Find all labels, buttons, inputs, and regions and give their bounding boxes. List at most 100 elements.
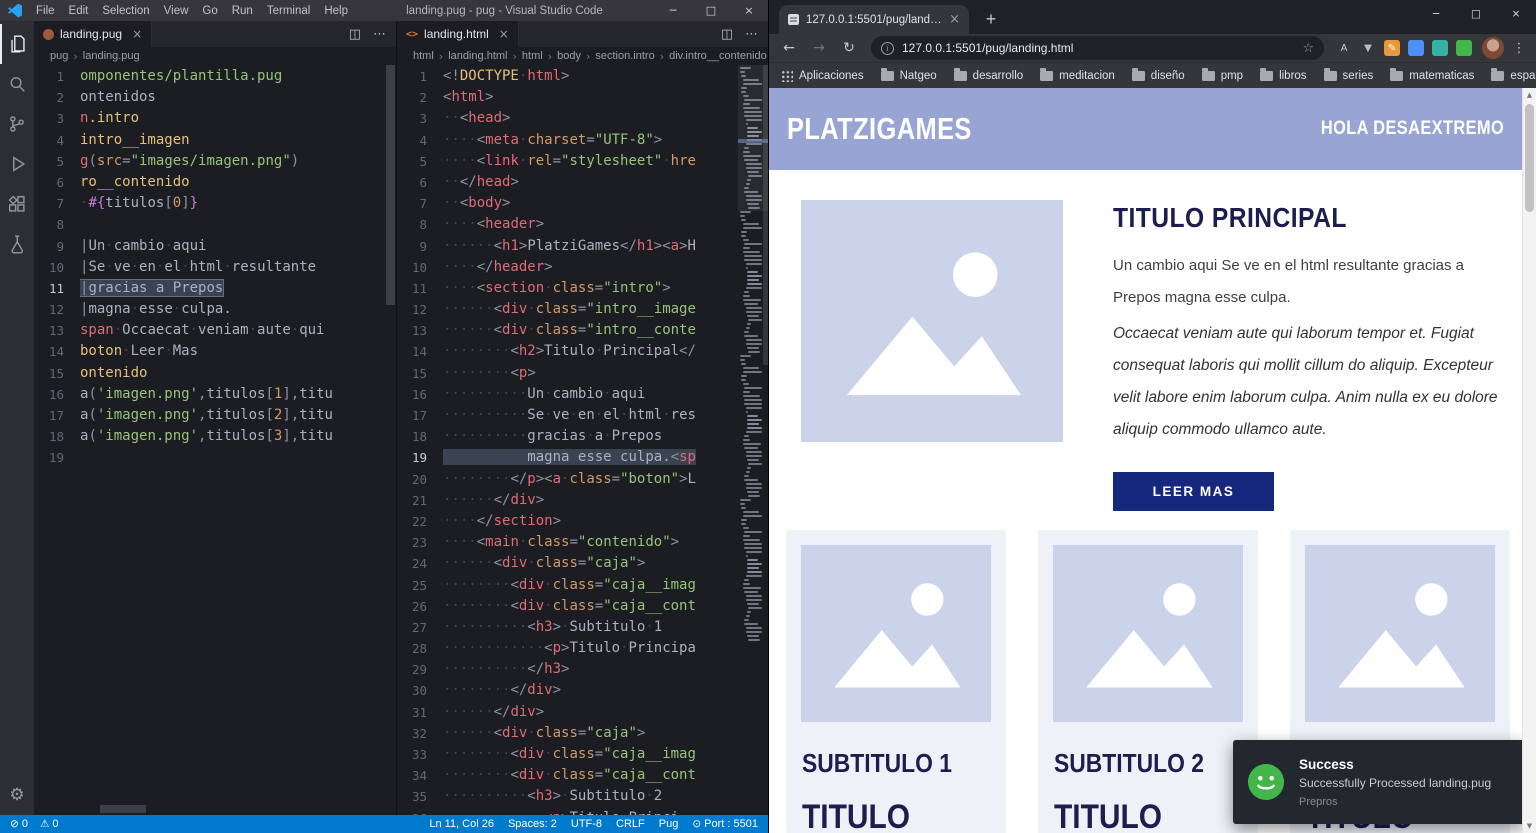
back-icon[interactable]: ← bbox=[777, 40, 801, 56]
address-bar[interactable]: i 127.0.0.1:5501/pug/landing.html ☆ bbox=[871, 36, 1324, 60]
code-line[interactable]: 35 ··········<h3>·Subtitulo·2 bbox=[397, 786, 738, 807]
close-icon[interactable]: × bbox=[730, 0, 768, 21]
menu-view[interactable]: View bbox=[157, 5, 196, 17]
code-line[interactable]: 19 bbox=[34, 447, 396, 468]
close-tab-icon[interactable]: × bbox=[499, 27, 509, 41]
code-line[interactable]: 29 ··········</h3> bbox=[397, 659, 738, 680]
html-editor[interactable]: 1 <!DOCTYPE·html> 2 <html> 3 ··<head> 4 ····<me… bbox=[397, 65, 738, 815]
testing-flask-icon[interactable] bbox=[0, 224, 34, 264]
tab-landing-pug[interactable]: landing.pug × bbox=[34, 21, 153, 47]
code-line[interactable]: 1 <!DOCTYPE·html> bbox=[397, 66, 738, 87]
problems-warnings[interactable]: ⚠ 0 bbox=[40, 818, 59, 830]
code-line[interactable]: 9 ······<h1>PlatziGames</h1><a>H bbox=[397, 236, 738, 257]
breadcrumb-item[interactable]: pug bbox=[50, 50, 68, 62]
minimize-icon[interactable]: ─ bbox=[654, 0, 692, 21]
code-line[interactable]: 2 ontenidos bbox=[34, 87, 396, 108]
menu-run[interactable]: Run bbox=[225, 5, 260, 17]
scroll-up-icon[interactable]: ▲ bbox=[1523, 88, 1536, 102]
maximize-icon[interactable]: □ bbox=[1456, 0, 1496, 28]
code-line[interactable]: 25 ········<div·class="caja__imag bbox=[397, 575, 738, 596]
menu-terminal[interactable]: Terminal bbox=[260, 5, 317, 17]
code-line[interactable]: 26 ········<div·class="caja__cont bbox=[397, 596, 738, 617]
problems-errors[interactable]: ⊘ 0 bbox=[10, 818, 28, 830]
code-line[interactable]: 28 ············<p>Titulo·Principa bbox=[397, 638, 738, 659]
bookmark-item[interactable]: español bbox=[1491, 68, 1536, 82]
minimize-icon[interactable]: ─ bbox=[1416, 0, 1456, 28]
explorer-icon[interactable] bbox=[0, 24, 34, 64]
bookmark-star-icon[interactable]: ☆ bbox=[1302, 41, 1314, 56]
chrome-menu-icon[interactable]: ⋮ bbox=[1510, 41, 1528, 56]
breadcrumb-item[interactable]: div.intro__contenido bbox=[669, 50, 767, 62]
source-control-icon[interactable] bbox=[0, 104, 34, 144]
search-icon[interactable] bbox=[0, 64, 34, 104]
green-extension-icon[interactable] bbox=[1456, 40, 1472, 56]
maximize-icon[interactable]: □ bbox=[692, 0, 730, 21]
scrollbar-thumb[interactable] bbox=[1525, 104, 1534, 212]
browser-tab[interactable]: 127.0.0.1:5501/pug/landing.html × bbox=[779, 5, 969, 34]
code-line[interactable]: 4 ····<meta·charset="UTF-8"> bbox=[397, 130, 738, 151]
code-line[interactable]: 16 a('imagen.png',titulos[1],titu bbox=[34, 384, 396, 405]
code-line[interactable]: 12 |magna·esse·culpa. bbox=[34, 299, 396, 320]
code-line[interactable]: 4 intro__imagen bbox=[34, 130, 396, 151]
indentation-setting[interactable]: Spaces: 2 bbox=[508, 818, 557, 830]
tab-landing-html[interactable]: landing.html × bbox=[397, 21, 519, 47]
code-line[interactable]: 15 ········<p> bbox=[397, 363, 738, 384]
encoding-setting[interactable]: UTF-8 bbox=[571, 818, 602, 830]
forward-icon[interactable]: → bbox=[807, 40, 831, 56]
code-line[interactable]: 30 ········</div> bbox=[397, 680, 738, 701]
menu-selection[interactable]: Selection bbox=[95, 5, 156, 17]
translate-icon[interactable]: A bbox=[1336, 40, 1352, 56]
bookmark-item[interactable]: libros bbox=[1260, 68, 1307, 82]
bookmark-item[interactable]: Natgeo bbox=[880, 68, 937, 82]
close-tab-icon[interactable]: × bbox=[949, 12, 960, 27]
code-line[interactable]: 18 a('imagen.png',titulos[3],titu bbox=[34, 426, 396, 447]
code-line[interactable]: 6 ··</head> bbox=[397, 172, 738, 193]
prepros-toast[interactable]: Success Successfully Processed landing.p… bbox=[1233, 740, 1525, 824]
eol-setting[interactable]: CRLF bbox=[616, 818, 645, 830]
live-server-port[interactable]: ⊙ Port : 5501 bbox=[692, 818, 758, 830]
language-mode[interactable]: Pug bbox=[659, 818, 679, 830]
code-line[interactable]: 2 <html> bbox=[397, 87, 738, 108]
leer-mas-button[interactable]: LEER MAS bbox=[1113, 472, 1274, 511]
code-line[interactable]: 3 ··<head> bbox=[397, 108, 738, 129]
menu-edit[interactable]: Edit bbox=[62, 5, 96, 17]
bookmark-item[interactable]: Aplicaciones bbox=[781, 69, 864, 82]
close-tab-icon[interactable]: × bbox=[132, 27, 142, 41]
code-line[interactable]: 13 span·Occaecat·veniam·aute·qui bbox=[34, 320, 396, 341]
code-line[interactable]: 17 ··········Se·ve·en·el·html·res bbox=[397, 405, 738, 426]
menu-help[interactable]: Help bbox=[317, 5, 355, 17]
code-line[interactable]: 13 ······<div·class="intro__conte bbox=[397, 320, 738, 341]
code-line[interactable]: 36············<p>Titulo·Princi bbox=[397, 808, 738, 815]
teal-extension-icon[interactable] bbox=[1432, 40, 1448, 56]
code-line[interactable]: 17 a('imagen.png',titulos[2],titu bbox=[34, 405, 396, 426]
bookmark-item[interactable]: matematicas bbox=[1390, 68, 1474, 82]
editor-scrollbar[interactable] bbox=[763, 65, 768, 365]
code-line[interactable]: 8 bbox=[34, 214, 396, 235]
code-line[interactable]: 22 ····</section> bbox=[397, 511, 738, 532]
breadcrumb-item[interactable]: section.intro bbox=[595, 50, 654, 62]
breadcrumb-item[interactable]: body bbox=[557, 50, 581, 62]
editor-scrollbar[interactable] bbox=[386, 65, 395, 305]
code-line[interactable]: 20 ········</p><a·class="boton">L bbox=[397, 469, 738, 490]
bookmark-item[interactable]: diseño bbox=[1131, 68, 1185, 82]
run-debug-icon[interactable] bbox=[0, 144, 34, 184]
breadcrumb-item[interactable]: landing.html bbox=[448, 50, 507, 62]
pencil-extension-icon[interactable]: ✎ bbox=[1384, 40, 1400, 56]
profile-avatar[interactable] bbox=[1482, 37, 1504, 59]
bookmark-item[interactable]: pmp bbox=[1201, 68, 1243, 82]
scroll-down-icon[interactable]: ▼ bbox=[1523, 819, 1536, 833]
code-line[interactable]: 8 ····<header> bbox=[397, 214, 738, 235]
settings-gear-icon[interactable]: ⚙ bbox=[9, 785, 24, 805]
split-editor-icon[interactable]: ◫ bbox=[349, 27, 361, 42]
code-line[interactable]: 11 ····<section·class="intro"> bbox=[397, 278, 738, 299]
breadcrumb-item[interactable]: html bbox=[413, 50, 434, 62]
editor-hscrollbar[interactable] bbox=[100, 805, 146, 813]
code-line[interactable]: 14 ········<h2>Titulo·Principal</ bbox=[397, 341, 738, 362]
menu-file[interactable]: File bbox=[29, 5, 62, 17]
bookmark-item[interactable]: desarrollo bbox=[953, 68, 1023, 82]
blue-extension-icon[interactable] bbox=[1408, 40, 1424, 56]
header-nav-link[interactable]: HOLA DESAEXTREMO bbox=[1321, 118, 1504, 140]
cursor-position[interactable]: Ln 11, Col 26 bbox=[429, 818, 494, 830]
filter-icon[interactable]: ▼ bbox=[1360, 40, 1376, 56]
code-line[interactable]: 34 ········<div·class="caja__cont bbox=[397, 765, 738, 786]
